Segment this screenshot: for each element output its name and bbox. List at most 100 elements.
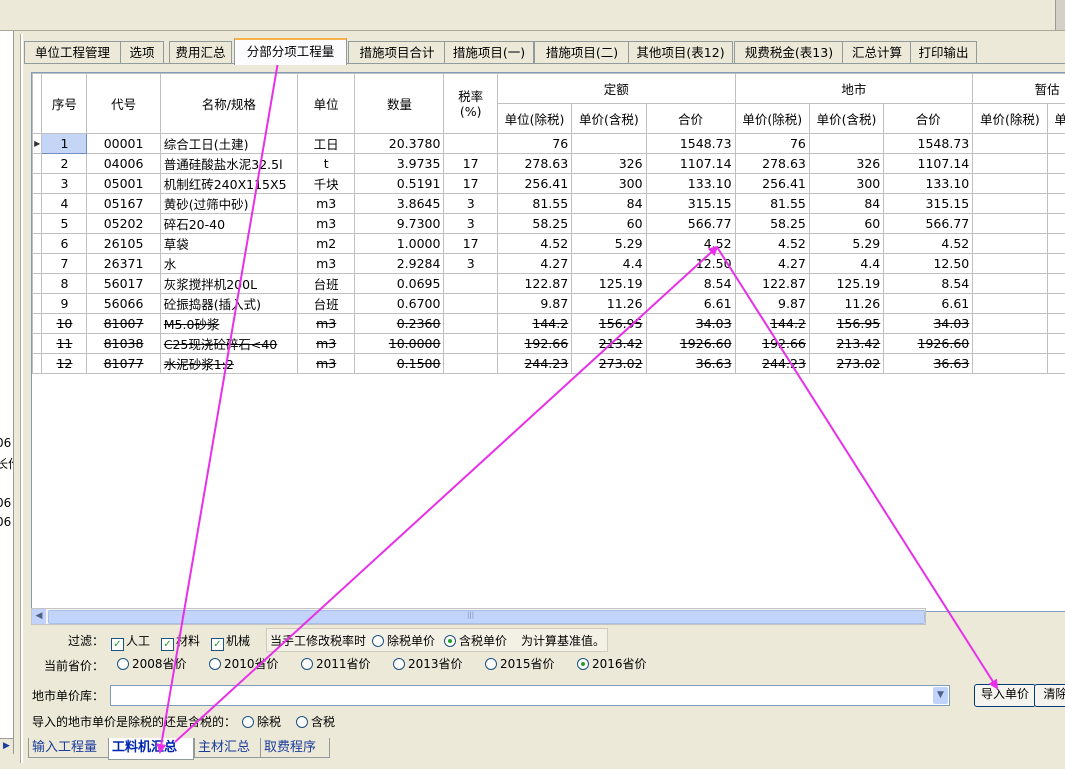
cell-unit[interactable]: 台班 bbox=[296, 273, 356, 294]
tab-material-summary[interactable]: 工料机汇总 bbox=[108, 738, 194, 760]
clear-button[interactable]: 清除i bbox=[1034, 684, 1065, 707]
cell-code[interactable]: 26105 bbox=[86, 233, 161, 254]
scroll-left-icon[interactable]: ◀ bbox=[32, 609, 46, 624]
cell-est-inc-tax[interactable] bbox=[1046, 213, 1065, 234]
cell-est-ex-tax[interactable] bbox=[972, 233, 1048, 254]
cell-seq[interactable]: 8 bbox=[41, 273, 88, 294]
header-tax-rate[interactable]: 税率(%) bbox=[443, 73, 498, 134]
table-row[interactable]: 2 04006 普通硅酸盐水泥32.5l t 3.9735 17 278.63 326 1107… bbox=[32, 153, 1065, 174]
cell-quota-total[interactable]: 8.54 bbox=[645, 273, 736, 294]
cell-est-ex-tax[interactable] bbox=[972, 173, 1048, 194]
table-row[interactable]: 4 05167 黄砂(过筛中砂) m3 3.8645 3 81.55 84 315.15 81.5… bbox=[32, 193, 1065, 214]
horizontal-scrollbar[interactable]: ◀ ||| bbox=[31, 608, 926, 625]
cell-unit[interactable]: m3 bbox=[296, 193, 356, 214]
material-checkbox[interactable]: ✓ 材料 bbox=[161, 632, 200, 651]
cell-quota-ex-tax[interactable]: 9.87 bbox=[496, 293, 573, 314]
cell-local-ex-tax[interactable]: 192.66 bbox=[734, 333, 810, 354]
cell-seq[interactable]: 3 bbox=[41, 173, 88, 194]
cell-est-inc-tax[interactable] bbox=[1046, 193, 1065, 214]
import-price-button[interactable]: 导入单价 bbox=[974, 684, 1036, 707]
cell-local-total[interactable]: 8.54 bbox=[883, 273, 974, 294]
header-local-total[interactable]: 合价 bbox=[883, 103, 974, 134]
cell-local-total[interactable]: 1107.14 bbox=[883, 153, 974, 174]
cell-tax-rate[interactable]: 17 bbox=[443, 233, 498, 254]
cell-name[interactable]: 水泥砂浆1:2 bbox=[159, 353, 298, 374]
cell-quota-total[interactable]: 34.03 bbox=[645, 313, 736, 334]
table-row[interactable]: 3 05001 机制红砖240X115X5 千块 0.5191 17 256.41 300 13… bbox=[32, 173, 1065, 194]
cell-quota-total[interactable]: 4.52 bbox=[645, 233, 736, 254]
cell-unit[interactable]: m3 bbox=[296, 333, 356, 354]
province-2016-radio[interactable]: 2016省价 bbox=[577, 655, 647, 672]
tab-options[interactable]: 选项 bbox=[120, 41, 164, 63]
cell-quota-inc-tax[interactable]: 60 bbox=[571, 213, 647, 234]
import-ex-radio[interactable]: 除税 bbox=[242, 713, 281, 730]
cell-code[interactable]: 00001 bbox=[86, 133, 161, 154]
splitter[interactable] bbox=[20, 34, 23, 764]
table-row[interactable]: 6 26105 草袋 m2 1.0000 17 4.52 5.29 4.52 4.52 5.29 4.… bbox=[32, 233, 1065, 254]
cell-local-ex-tax[interactable]: 144.2 bbox=[734, 313, 810, 334]
scroll-thumb[interactable] bbox=[48, 610, 925, 624]
table-row[interactable]: 5 05202 碎石20-40 m3 9.7300 3 58.25 60 566.77 58.25… bbox=[32, 213, 1065, 234]
cell-unit[interactable]: m3 bbox=[296, 353, 356, 374]
cell-name[interactable]: 碎石20-40 bbox=[159, 213, 298, 234]
table-row[interactable]: ▶ 1 00001 综合工日(土建) 工日 20.3780 76 1548.73 76 1548.… bbox=[32, 133, 1065, 154]
cell-local-total[interactable]: 566.77 bbox=[883, 213, 974, 234]
tab-itemized-quantities[interactable]: 分部分项工程量 bbox=[234, 38, 347, 65]
province-2015-radio[interactable]: 2015省价 bbox=[485, 655, 555, 672]
cell-local-total[interactable]: 1926.60 bbox=[883, 333, 974, 354]
cell-code[interactable]: 56066 bbox=[86, 293, 161, 314]
cell-seq[interactable]: 10 bbox=[41, 313, 88, 334]
cell-seq[interactable]: 4 bbox=[41, 193, 88, 214]
header-quota-total[interactable]: 合价 bbox=[645, 103, 736, 134]
cell-est-inc-tax[interactable] bbox=[1046, 253, 1065, 274]
cell-quota-inc-tax[interactable]: 4.4 bbox=[571, 253, 647, 274]
cell-code[interactable]: 26371 bbox=[86, 253, 161, 274]
cell-quantity[interactable]: 0.1500 bbox=[354, 353, 445, 374]
cell-local-total[interactable]: 133.10 bbox=[883, 173, 974, 194]
cell-quota-inc-tax[interactable]: 5.29 bbox=[571, 233, 647, 254]
row-indicator[interactable] bbox=[32, 233, 43, 254]
cell-local-inc-tax[interactable]: 11.26 bbox=[808, 293, 885, 314]
table-row[interactable]: 11 81038 C25现浇砼碎石<40 m3 10.0000 192.66 213.42 1… bbox=[32, 333, 1065, 354]
cell-local-ex-tax[interactable]: 9.87 bbox=[734, 293, 810, 314]
expand-arrow-icon[interactable]: ▶ bbox=[0, 738, 13, 754]
cell-tax-rate[interactable] bbox=[443, 353, 498, 374]
row-indicator[interactable] bbox=[32, 213, 43, 234]
cell-quota-ex-tax[interactable]: 81.55 bbox=[496, 193, 573, 214]
cell-local-total[interactable]: 315.15 bbox=[883, 193, 974, 214]
cell-est-ex-tax[interactable] bbox=[972, 293, 1048, 314]
cell-est-inc-tax[interactable] bbox=[1046, 273, 1065, 294]
cell-local-total[interactable]: 4.52 bbox=[883, 233, 974, 254]
cell-code[interactable]: 56017 bbox=[86, 273, 161, 294]
cell-code[interactable]: 81038 bbox=[86, 333, 161, 354]
cell-est-ex-tax[interactable] bbox=[972, 333, 1048, 354]
table-row[interactable]: 7 26371 水 m3 2.9284 3 4.27 4.4 12.50 4.27 4.4 12.50 bbox=[32, 253, 1065, 274]
cell-local-inc-tax[interactable]: 273.02 bbox=[808, 353, 885, 374]
cell-est-ex-tax[interactable] bbox=[972, 353, 1048, 374]
cell-local-ex-tax[interactable]: 4.52 bbox=[734, 233, 810, 254]
cell-local-inc-tax[interactable] bbox=[808, 133, 885, 154]
library-select[interactable]: ▼ bbox=[110, 685, 950, 706]
cell-local-total[interactable]: 36.63 bbox=[883, 353, 974, 374]
cell-name[interactable]: 普通硅酸盐水泥32.5l bbox=[159, 153, 298, 174]
cell-quota-ex-tax[interactable]: 76 bbox=[496, 133, 573, 154]
header-est-ex-tax[interactable]: 单价(除税) bbox=[972, 103, 1048, 134]
cell-quota-ex-tax[interactable]: 192.66 bbox=[496, 333, 573, 354]
row-indicator[interactable] bbox=[32, 293, 43, 314]
cell-quantity[interactable]: 0.5191 bbox=[354, 173, 445, 194]
cell-code[interactable]: 81007 bbox=[86, 313, 161, 334]
cell-est-inc-tax[interactable] bbox=[1046, 293, 1065, 314]
cell-quota-ex-tax[interactable]: 122.87 bbox=[496, 273, 573, 294]
cell-name[interactable]: 砼振捣器(插入式) bbox=[159, 293, 298, 314]
current-row-icon[interactable]: ▶ bbox=[32, 133, 43, 154]
cell-local-ex-tax[interactable]: 256.41 bbox=[734, 173, 810, 194]
cell-quantity[interactable]: 3.9735 bbox=[354, 153, 445, 174]
cell-quota-total[interactable]: 1926.60 bbox=[645, 333, 736, 354]
cell-est-ex-tax[interactable] bbox=[972, 193, 1048, 214]
row-indicator[interactable] bbox=[32, 253, 43, 274]
cell-quota-total[interactable]: 36.63 bbox=[645, 353, 736, 374]
cell-est-inc-tax[interactable] bbox=[1046, 133, 1065, 154]
import-inc-radio[interactable]: 含税 bbox=[296, 713, 335, 730]
cell-local-inc-tax[interactable]: 5.29 bbox=[808, 233, 885, 254]
cell-quota-inc-tax[interactable]: 156.95 bbox=[571, 313, 647, 334]
